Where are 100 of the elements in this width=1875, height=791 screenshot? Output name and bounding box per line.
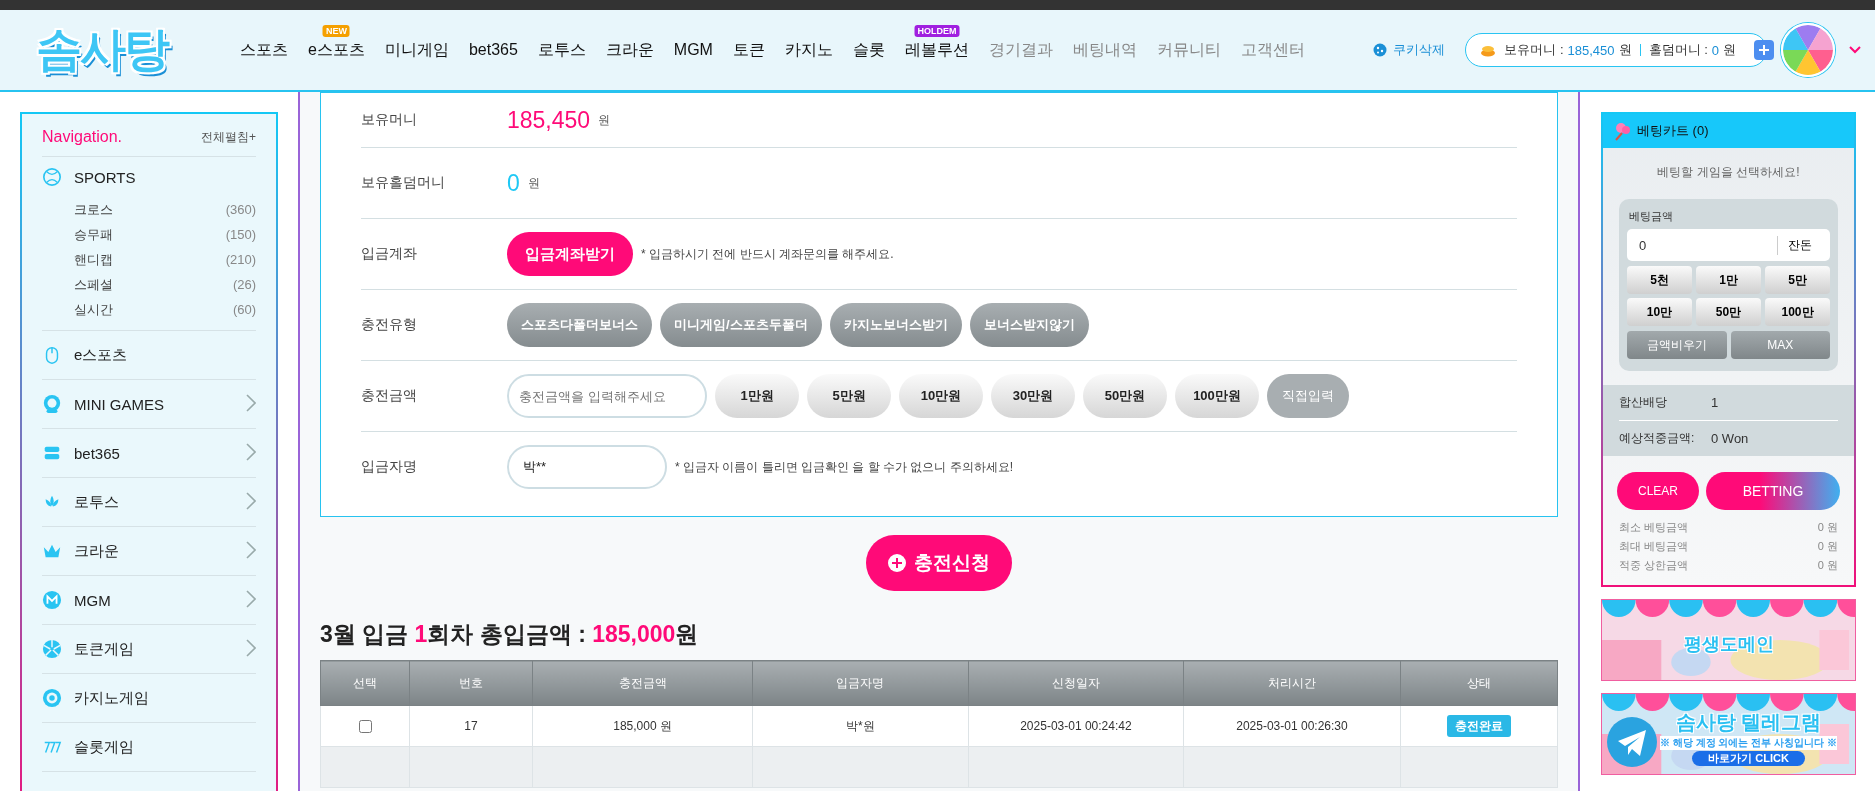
sidebar-item[interactable]: e스포츠 bbox=[42, 331, 256, 380]
limit-value: 0 원 bbox=[1817, 539, 1838, 554]
submenu-item[interactable]: 승무패 bbox=[74, 225, 113, 244]
amount-chip-button[interactable]: 1만 bbox=[1696, 266, 1761, 294]
limit-value: 0 원 bbox=[1817, 520, 1838, 535]
nav-link[interactable]: e스포츠 bbox=[308, 40, 365, 58]
sidebar-item[interactable]: 슬롯게임 bbox=[42, 723, 256, 772]
notice-text: * 입금자 이름이 틀리면 입금확인 을 할 수가 없으니 주의하세요! bbox=[675, 458, 1013, 476]
banner-title: 솜사탕 텔레그램 bbox=[1675, 709, 1822, 735]
caret-icon[interactable] bbox=[1849, 46, 1861, 54]
limit-label: 최소 베팅금액 bbox=[1619, 520, 1689, 535]
currency-unit: 원 bbox=[598, 111, 611, 129]
column-header: 번호 bbox=[409, 660, 533, 706]
nav-link[interactable]: 크라운 bbox=[605, 40, 654, 58]
wallet-unit: 원 bbox=[1723, 41, 1736, 59]
amount-button[interactable]: 1만원 bbox=[715, 374, 799, 418]
banner-title: 평생도메인 bbox=[1683, 633, 1774, 656]
column-header: 상태 bbox=[1400, 660, 1558, 706]
nav-link[interactable]: 스포츠 bbox=[240, 40, 288, 58]
column-header: 신청일자 bbox=[968, 660, 1184, 706]
sidebar-item[interactable]: MINI GAMES bbox=[42, 380, 256, 429]
nav-link[interactable]: 미니게임 bbox=[384, 40, 449, 58]
nav-link[interactable]: MGM bbox=[673, 41, 713, 58]
wallet-label: 홀덤머니 : bbox=[1648, 41, 1708, 59]
amount-chip-button[interactable]: 100만 bbox=[1765, 298, 1830, 326]
add-button[interactable] bbox=[1754, 40, 1774, 60]
aperture-icon bbox=[42, 639, 62, 659]
nav-link[interactable]: bet365 bbox=[468, 41, 518, 58]
betting-button[interactable]: BETTING bbox=[1706, 472, 1840, 510]
status-label: 충전완료 bbox=[1446, 714, 1511, 737]
deposit-summary: 3월 입금 1회차 총입금액 : 185,000원 bbox=[320, 620, 700, 649]
amount-chip-button[interactable]: 5천 bbox=[1627, 266, 1692, 294]
sidebar-item[interactable]: bet365 bbox=[42, 429, 256, 478]
chevron-icon bbox=[246, 589, 256, 608]
chip-icon bbox=[42, 688, 62, 708]
bet-amount-field[interactable]: 0 잔돈 bbox=[1627, 229, 1830, 261]
limit-label: 최대 베팅금액 bbox=[1619, 539, 1689, 554]
stat-label: 합산배당 bbox=[1619, 394, 1668, 411]
sidebar-item[interactable]: 로투스 bbox=[42, 478, 256, 527]
amount-button[interactable]: 10만원 bbox=[899, 374, 983, 418]
amount-button[interactable]: 30만원 bbox=[991, 374, 1075, 418]
avatar[interactable] bbox=[1781, 23, 1835, 77]
limit-label: 적중 상한금액 bbox=[1619, 558, 1689, 573]
stat-value: 0 Won bbox=[1711, 431, 1749, 446]
amount-chip-button[interactable]: 50만 bbox=[1696, 298, 1761, 326]
table-cell: 17 bbox=[409, 705, 533, 747]
item-count: (60) bbox=[232, 302, 256, 317]
row-checkbox[interactable] bbox=[358, 719, 372, 733]
form-label: 입금자명 bbox=[361, 458, 418, 476]
stat-value: 1 bbox=[1711, 395, 1719, 410]
account-request-button[interactable]: 입금계좌받기 bbox=[507, 232, 633, 276]
nav-link[interactable]: 카지노 bbox=[784, 40, 833, 58]
nav-link[interactable]: 슬롯 bbox=[852, 40, 885, 58]
nav-link[interactable]: 레볼루션 bbox=[904, 40, 969, 58]
sidebar-item[interactable]: 카지노게임 bbox=[42, 674, 256, 723]
expand-all-link[interactable]: 전체펼침+ bbox=[201, 128, 256, 146]
limit-value: 0 원 bbox=[1817, 558, 1838, 573]
amount-button[interactable]: 5만원 bbox=[807, 374, 891, 418]
nav-link[interactable]: 로투스 bbox=[537, 40, 586, 58]
amount-button[interactable]: 50만원 bbox=[1083, 374, 1167, 418]
chevron-icon bbox=[246, 638, 256, 657]
submenu-item[interactable]: 크로스 bbox=[74, 200, 113, 219]
chevron-icon bbox=[246, 393, 256, 412]
nav-badge: NEW bbox=[322, 24, 350, 37]
submenu-item[interactable]: 실시간 bbox=[74, 300, 113, 319]
form-label: 보유머니 bbox=[361, 111, 418, 129]
amount-label: 베팅금액 bbox=[1628, 209, 1674, 224]
wallet-unit: 원 bbox=[1618, 41, 1632, 59]
column-header: 선택 bbox=[320, 660, 410, 706]
amount-button[interactable]: 100만원 bbox=[1175, 374, 1259, 418]
column-header: 충전금액 bbox=[532, 660, 753, 706]
column-header: 입금자명 bbox=[752, 660, 969, 706]
sidebar-item[interactable]: 토큰게임 bbox=[42, 625, 256, 674]
currency-unit: 원 bbox=[527, 174, 540, 192]
chevron-icon bbox=[246, 540, 256, 559]
submit-button[interactable]: 충전신청 bbox=[866, 535, 1012, 591]
submenu-item[interactable]: 스페셜 bbox=[74, 275, 113, 294]
wallet-value: 185,450 bbox=[1567, 42, 1615, 58]
sidebar-item[interactable]: SPORTS bbox=[42, 157, 256, 197]
change-button[interactable]: 잔돈 bbox=[1777, 235, 1818, 255]
clear-button[interactable]: CLEAR bbox=[1617, 472, 1699, 510]
nav-badge: HOLDEM bbox=[914, 24, 960, 37]
sidebar-title: Navigation. bbox=[42, 128, 123, 146]
sidebar-item[interactable]: MGM bbox=[42, 576, 256, 625]
stat-label: 예상적중금액: bbox=[1619, 430, 1696, 447]
item-count: (210) bbox=[225, 252, 256, 267]
table-cell: 185,000 원 bbox=[532, 705, 753, 747]
chevron-icon bbox=[246, 442, 256, 461]
banner[interactable]: 솜사탕 텔레그램 ※ 해당 계정 외에는 전부 사칭입니다 ※ 바로가기 CLICK bbox=[1601, 693, 1856, 775]
money-value: 185,450 bbox=[507, 106, 591, 134]
table-cell: 2025-03-01 00:26:30 bbox=[1183, 705, 1401, 747]
sidebar-item[interactable]: 크라운 bbox=[42, 527, 256, 576]
nav-link[interactable]: 토큰 bbox=[732, 40, 765, 58]
amount-chip-button[interactable]: 10만 bbox=[1627, 298, 1692, 326]
amount-field[interactable]: 충전금액을 입력해주세요 bbox=[507, 374, 707, 418]
chevron-icon bbox=[246, 491, 256, 510]
depositor-name-field[interactable]: 박** bbox=[507, 445, 667, 489]
submenu-item[interactable]: 핸디캡 bbox=[74, 250, 113, 269]
amount-chip-button[interactable]: 5만 bbox=[1765, 266, 1830, 294]
ball-icon bbox=[42, 167, 62, 187]
